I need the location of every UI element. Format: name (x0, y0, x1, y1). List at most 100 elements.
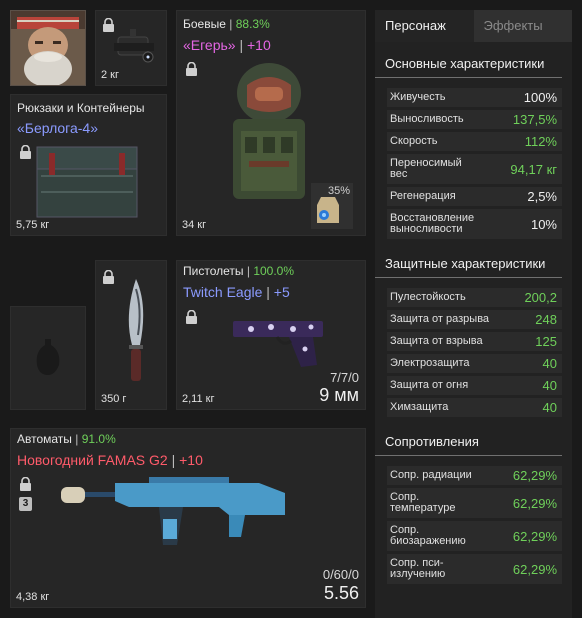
stat-label: Живучесть (390, 91, 446, 103)
stat-row: Сопр. пси-излучению 62,29% (387, 554, 562, 584)
stat-value: 40 (542, 356, 557, 371)
stats-list: Сопр. радиации 62,29% Сопр. температуре … (375, 456, 572, 584)
stats-list: Пулестойкость 200,2 Защита от разрыва 24… (375, 278, 572, 417)
category-label: Автоматы (17, 432, 72, 446)
stat-label: Сопр. биозаражению (390, 524, 466, 547)
stat-label: Регенерация (390, 190, 456, 202)
separator: | (171, 452, 176, 468)
stat-label: Выносливость (390, 113, 464, 125)
item-weight: 2 кг (101, 69, 119, 81)
separator: | (246, 264, 250, 278)
stat-value: 100% (523, 90, 557, 105)
grenade-slot[interactable] (10, 306, 86, 410)
tab-effects[interactable]: Эффекты (473, 10, 572, 42)
night-vision-slot[interactable]: 2 кг (95, 10, 167, 86)
durability-percent: 88.3% (235, 17, 270, 31)
stat-row: Пулестойкость 200,2 (387, 288, 562, 307)
item-category: Пистолеты | 100.0% (183, 264, 294, 278)
item-name: Новогодний FAMAS G2 | +10 (17, 452, 203, 468)
separator: | (229, 17, 233, 31)
stat-row: Сопр. температуре 62,29% (387, 488, 562, 518)
stat-row: Химзащита 40 (387, 398, 562, 417)
ammo-count: 0/60/0 (322, 567, 359, 582)
upgrade-level: +10 (179, 452, 203, 468)
character-stats-panel: Персонаж Эффекты Основные характеристики… (375, 10, 572, 618)
rifle-slot[interactable]: Автоматы | 91.0% Новогодний FAMAS G2 | +… (10, 428, 366, 608)
item-name: Twitch Eagle | +5 (183, 284, 290, 300)
separator: | (266, 284, 270, 300)
stat-label: Сопр. температуре (390, 491, 456, 514)
item-weight: 34 кг (182, 219, 207, 231)
stat-value: 62,29% (512, 468, 557, 483)
stat-value: 125 (535, 334, 557, 349)
stat-value: 10% (530, 216, 557, 232)
stat-value: 62,29% (512, 495, 557, 511)
lock-icon (19, 145, 32, 159)
stat-value: 40 (542, 400, 557, 415)
item-weight: 350 г (101, 393, 127, 405)
stat-row: Выносливость 137,5% (387, 110, 562, 129)
section-title: Основные характеристики (375, 56, 562, 78)
stat-label: Сопр. радиации (390, 469, 472, 481)
separator: | (239, 37, 244, 53)
stat-value: 94,17 кг (510, 161, 557, 177)
armor-slot[interactable]: Боевые | 88.3% «Егерь» | +10 35% 34 кг (176, 10, 366, 236)
stat-row: Электрозащита 40 (387, 354, 562, 373)
stat-value: 40 (542, 378, 557, 393)
knife-icon (128, 279, 144, 381)
category-label: Боевые (183, 17, 226, 31)
item-name-text: Новогодний FAMAS G2 (17, 452, 168, 468)
stats-list: Живучесть 100% Выносливость 137,5% Скоро… (375, 78, 572, 239)
stat-value: 112% (524, 134, 557, 149)
stat-row: Скорость 112% (387, 132, 562, 151)
container-indicator: 35% (311, 183, 353, 229)
pistol-icon (233, 321, 323, 367)
stat-label: Скорость (390, 135, 438, 147)
stat-row: Защита от взрыва 125 (387, 332, 562, 351)
container-box-icon (36, 146, 138, 218)
backpack-slot[interactable]: Рюкзаки и Контейнеры «Берлога-4» 5,75 кг (10, 94, 167, 236)
stat-value: 200,2 (524, 290, 557, 305)
separator: | (75, 432, 79, 446)
durability-percent: 100.0% (253, 264, 295, 278)
stat-row: Сопр. биозаражению 62,29% (387, 521, 562, 551)
stat-label: Химзащита (390, 401, 449, 413)
stat-label: Защита от разрыва (390, 313, 490, 325)
grenade-silhouette-icon (36, 339, 60, 375)
stat-value: 248 (535, 312, 557, 327)
item-category: Боевые | 88.3% (183, 17, 270, 31)
character-portrait (11, 11, 85, 87)
knife-slot[interactable]: 350 г (95, 260, 167, 410)
caliber: 9 мм (319, 385, 359, 405)
tab-bar: Персонаж Эффекты (375, 10, 572, 42)
upgrade-level: +5 (273, 284, 290, 300)
stat-value: 62,29% (512, 561, 557, 577)
stat-row: Регенерация 2,5% (387, 187, 562, 206)
item-category: Рюкзаки и Контейнеры (17, 101, 145, 115)
main-stats-section: Основные характеристики Живучесть 100% В… (375, 42, 572, 239)
artifact-container-icon (317, 197, 339, 223)
assault-rifle-icon (61, 477, 285, 545)
caliber: 5.56 (323, 583, 359, 603)
upgrade-level: +10 (247, 37, 271, 53)
stat-label: Защита от огня (390, 379, 469, 391)
stat-value: 62,29% (512, 528, 557, 544)
stat-label: Сопр. пси-излучению (390, 557, 446, 580)
defense-stats-section: Защитные характеристики Пулестойкость 20… (375, 242, 572, 417)
item-name: «Егерь» | +10 (183, 37, 271, 53)
category-label: Пистолеты (183, 264, 244, 278)
ammo-count: 7/7/0 (330, 370, 359, 385)
lock-icon (185, 62, 198, 76)
item-name: «Берлога-4» (17, 120, 98, 136)
stat-label: Восстановление выносливости (390, 212, 475, 235)
tab-character[interactable]: Персонаж (375, 10, 474, 42)
item-name-text: Twitch Eagle (183, 284, 263, 300)
stat-value: 137,5% (512, 112, 557, 127)
stat-row: Защита от разрыва 248 (387, 310, 562, 329)
stat-row: Живучесть 100% (387, 88, 562, 107)
item-weight: 4,38 кг (16, 591, 50, 603)
pistol-slot[interactable]: Пистолеты | 100.0% Twitch Eagle | +5 7/7… (176, 260, 366, 410)
head-slot[interactable] (10, 10, 86, 87)
stat-label: Пулестойкость (390, 291, 466, 303)
item-weight: 5,75 кг (16, 219, 50, 231)
